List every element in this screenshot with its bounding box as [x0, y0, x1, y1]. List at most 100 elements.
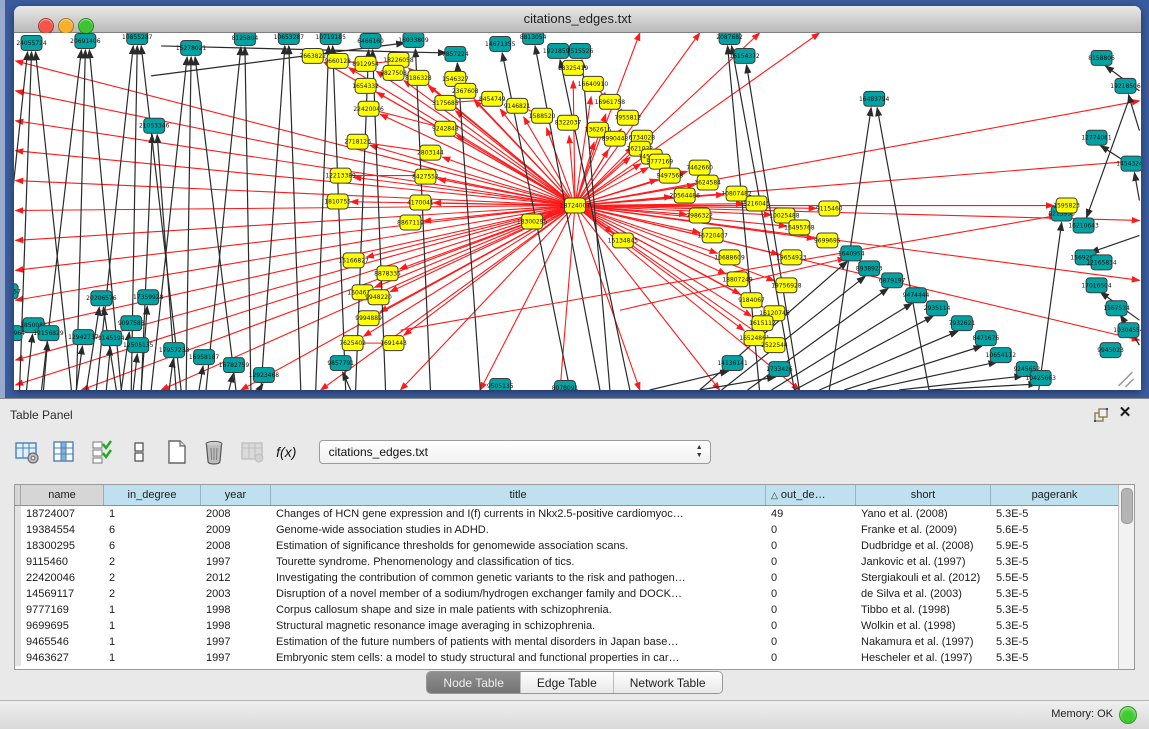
column-header-pagerank[interactable]: pagerank: [991, 485, 1119, 505]
cell-name[interactable]: 9465546: [21, 634, 104, 650]
cell-out_degree[interactable]: 0: [766, 522, 856, 538]
cell-short[interactable]: Yano et al. (2008): [856, 506, 991, 522]
cell-in_degree[interactable]: 1: [104, 618, 201, 634]
cell-out_degree[interactable]: 49: [766, 506, 856, 522]
cell-title[interactable]: Genome-wide association studies in ADHD.: [271, 522, 766, 538]
cell-name[interactable]: 18724007: [21, 506, 104, 522]
table-row[interactable]: 946362711997Embryonic stem cells: a mode…: [15, 650, 1119, 666]
cell-out_degree[interactable]: 0: [766, 618, 856, 634]
cell-title[interactable]: Embryonic stem cells: a model to study s…: [271, 650, 766, 666]
cell-in_degree[interactable]: 1: [104, 634, 201, 650]
cell-title[interactable]: Disruption of a novel member of a sodium…: [271, 586, 766, 602]
select-rows-icon[interactable]: [89, 439, 115, 465]
table-row[interactable]: 1830029562008Estimation of significance …: [15, 538, 1119, 554]
close-panel-icon[interactable]: ✕: [1117, 405, 1133, 421]
cell-name[interactable]: 22420046: [21, 570, 104, 586]
cell-in_degree[interactable]: 2: [104, 586, 201, 602]
cell-short[interactable]: Jankovic et al. (1997): [856, 554, 991, 570]
column-header-name[interactable]: name: [21, 485, 104, 505]
table-options-icon[interactable]: [14, 439, 40, 465]
row-height-icon[interactable]: [126, 439, 152, 465]
table-row[interactable]: 977716911998Corpus callosum shape and si…: [15, 602, 1119, 618]
tab-edge-table[interactable]: Edge Table: [521, 672, 614, 693]
cell-out_degree[interactable]: 0: [766, 554, 856, 570]
cell-out_degree[interactable]: 0: [766, 586, 856, 602]
column-header-out_de[interactable]: △out_de…: [766, 485, 856, 505]
cell-name[interactable]: 14569117: [21, 586, 104, 602]
cell-in_degree[interactable]: 6: [104, 538, 201, 554]
cell-title[interactable]: Estimation of the future numbers of pati…: [271, 634, 766, 650]
cell-year[interactable]: 2012: [201, 570, 271, 586]
cell-title[interactable]: Estimation of significance thresholds fo…: [271, 538, 766, 554]
table-row[interactable]: 911546021997Tourette syndrome. Phenomeno…: [15, 554, 1119, 570]
cell-year[interactable]: 2009: [201, 522, 271, 538]
cell-short[interactable]: Dudbridge et al. (2008): [856, 538, 991, 554]
cell-year[interactable]: 1997: [201, 554, 271, 570]
show-columns-icon[interactable]: [51, 439, 77, 465]
cell-out_degree[interactable]: 0: [766, 538, 856, 554]
cell-short[interactable]: de Silva et al. (2003): [856, 586, 991, 602]
cell-title[interactable]: Changes of HCN gene expression and I(f) …: [271, 506, 766, 522]
scrollbar-thumb[interactable]: [1121, 488, 1133, 524]
cell-pagerank[interactable]: 5.9E-5: [991, 538, 1119, 554]
column-header-title[interactable]: title: [271, 485, 766, 505]
cell-out_degree[interactable]: 0: [766, 570, 856, 586]
delete-table-icon[interactable]: [201, 439, 227, 465]
cell-in_degree[interactable]: 2: [104, 570, 201, 586]
memory-status-icon[interactable]: [1119, 706, 1137, 724]
cell-pagerank[interactable]: 5.3E-5: [991, 554, 1119, 570]
cell-pagerank[interactable]: 5.5E-5: [991, 570, 1119, 586]
cell-title[interactable]: Corpus callosum shape and size in male p…: [271, 602, 766, 618]
tab-node-table[interactable]: Node Table: [427, 672, 521, 693]
network-window[interactable]: citations_edges.txt 24055724206914061085…: [14, 6, 1141, 390]
cell-short[interactable]: Hescheler et al. (1997): [856, 650, 991, 666]
tab-network-table[interactable]: Network Table: [614, 672, 722, 693]
cell-in_degree[interactable]: 2: [104, 554, 201, 570]
cell-name[interactable]: 9699695: [21, 618, 104, 634]
cell-name[interactable]: 9777169: [21, 602, 104, 618]
cell-in_degree[interactable]: 1: [104, 506, 201, 522]
table-row[interactable]: 1938455462009Genome-wide association stu…: [15, 522, 1119, 538]
citation-network-graph[interactable]: 2405572420691406108552871527802181258041…: [14, 33, 1141, 390]
table-row[interactable]: 969969511998Structural magnetic resonanc…: [15, 618, 1119, 634]
cell-year[interactable]: 2008: [201, 538, 271, 554]
column-header-year[interactable]: year: [201, 485, 271, 505]
cell-title[interactable]: Investigating the contribution of common…: [271, 570, 766, 586]
cell-short[interactable]: Franke et al. (2009): [856, 522, 991, 538]
cell-year[interactable]: 2003: [201, 586, 271, 602]
cell-pagerank[interactable]: 5.3E-5: [991, 650, 1119, 666]
table-row[interactable]: 2242004622012Investigating the contribut…: [15, 570, 1119, 586]
cell-out_degree[interactable]: 0: [766, 650, 856, 666]
cell-year[interactable]: 2008: [201, 506, 271, 522]
cell-short[interactable]: Nakamura et al. (1997): [856, 634, 991, 650]
create-table-icon[interactable]: [164, 439, 190, 465]
table-row[interactable]: 946554611997Estimation of the future num…: [15, 634, 1119, 650]
cell-year[interactable]: 1998: [201, 618, 271, 634]
cell-short[interactable]: Stergiakouli et al. (2012): [856, 570, 991, 586]
cell-short[interactable]: Tibbo et al. (1998): [856, 602, 991, 618]
cell-in_degree[interactable]: 6: [104, 522, 201, 538]
column-header-short[interactable]: short: [856, 485, 991, 505]
cell-short[interactable]: Wolkin et al. (1998): [856, 618, 991, 634]
table-row[interactable]: 1456911722003Disruption of a novel membe…: [15, 586, 1119, 602]
cell-pagerank[interactable]: 5.3E-5: [991, 602, 1119, 618]
function-builder-icon[interactable]: f(x): [276, 444, 306, 460]
cell-name[interactable]: 18300295: [21, 538, 104, 554]
cell-out_degree[interactable]: 0: [766, 634, 856, 650]
cell-pagerank[interactable]: 5.6E-5: [991, 522, 1119, 538]
cell-year[interactable]: 1997: [201, 650, 271, 666]
cell-in_degree[interactable]: 1: [104, 650, 201, 666]
cell-title[interactable]: Tourette syndrome. Phenomenology and cla…: [271, 554, 766, 570]
cell-title[interactable]: Structural magnetic resonance image aver…: [271, 618, 766, 634]
cell-year[interactable]: 1998: [201, 602, 271, 618]
window-titlebar[interactable]: citations_edges.txt: [14, 6, 1141, 33]
cell-in_degree[interactable]: 1: [104, 602, 201, 618]
table-row[interactable]: 1872400712008Changes of HCN gene express…: [15, 506, 1119, 522]
column-header-in_degree[interactable]: in_degree: [104, 485, 201, 505]
cell-pagerank[interactable]: 5.3E-5: [991, 586, 1119, 602]
network-canvas[interactable]: 2405572420691406108552871527802181258041…: [14, 33, 1141, 390]
float-panel-icon[interactable]: [1093, 407, 1109, 423]
cell-pagerank[interactable]: 5.3E-5: [991, 634, 1119, 650]
cell-pagerank[interactable]: 5.3E-5: [991, 618, 1119, 634]
cell-name[interactable]: 9115460: [21, 554, 104, 570]
